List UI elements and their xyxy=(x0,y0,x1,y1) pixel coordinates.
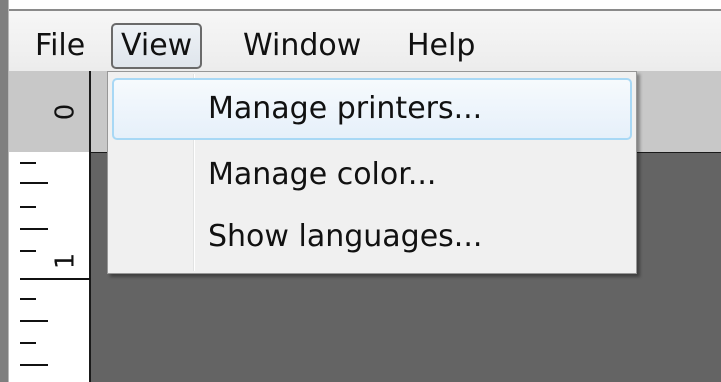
ruler-label-one: 1 xyxy=(50,252,81,270)
ruler-tick xyxy=(20,250,36,252)
menu-view[interactable]: View xyxy=(111,23,203,69)
ruler-tick xyxy=(20,228,48,230)
ruler-tick xyxy=(20,298,36,300)
menu-item-manage-color[interactable]: Manage color... xyxy=(112,144,632,206)
menu-help[interactable]: Help xyxy=(399,23,483,69)
menu-item-manage-printers[interactable]: Manage printers... xyxy=(112,78,632,140)
app-window: File View Window Help 0 1 Manage printer… xyxy=(0,0,721,382)
ruler-tick xyxy=(20,342,36,344)
ruler-tick xyxy=(20,162,36,164)
ruler-tick-major xyxy=(20,278,90,280)
ruler-corner: 0 xyxy=(9,71,91,152)
ruler-tick xyxy=(20,364,48,366)
menu-bar: File View Window Help xyxy=(9,9,721,71)
menu-window[interactable]: Window xyxy=(235,23,369,69)
view-menu-dropdown: Manage printers... Manage color... Show … xyxy=(107,71,637,274)
menu-file[interactable]: File xyxy=(27,23,93,69)
window-frame-left xyxy=(0,0,9,382)
vertical-ruler: 1 xyxy=(9,152,91,382)
ruler-tick xyxy=(20,320,48,322)
menu-bar-border xyxy=(9,9,721,11)
ruler-tick xyxy=(20,206,36,208)
ruler-label-zero: 0 xyxy=(50,103,81,121)
menu-item-show-languages[interactable]: Show languages... xyxy=(112,206,632,268)
ruler-tick xyxy=(20,182,48,184)
